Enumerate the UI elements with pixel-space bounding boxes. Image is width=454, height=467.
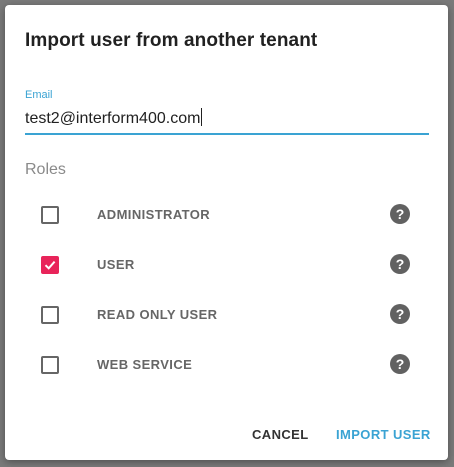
help-circle-icon[interactable]: ? (390, 204, 410, 224)
import-user-button[interactable]: IMPORT USER (336, 427, 431, 442)
role-row-read-only-user: READ ONLY USER ? (5, 295, 448, 335)
role-name-read-only-user: READ ONLY USER (97, 307, 218, 322)
role-checkbox-web-service[interactable] (41, 356, 59, 374)
checkmark-icon (44, 260, 56, 270)
import-user-dialog: Import user from another tenant Email te… (5, 5, 448, 460)
roles-label: Roles (25, 161, 66, 178)
email-input[interactable]: test2@interform400.com (25, 105, 429, 135)
email-value: test2@interform400.com (25, 110, 201, 127)
role-row-user: USER ? (5, 245, 448, 285)
role-name-administrator: ADMINISTRATOR (97, 207, 211, 222)
help-circle-icon[interactable]: ? (390, 254, 410, 274)
role-checkbox-administrator[interactable] (41, 206, 59, 224)
role-name-web-service: WEB SERVICE (97, 357, 193, 372)
role-row-administrator: ADMINISTRATOR ? (5, 195, 448, 235)
cancel-button[interactable]: CANCEL (252, 427, 309, 442)
dialog-title: Import user from another tenant (25, 30, 318, 51)
role-checkbox-read-only-user[interactable] (41, 306, 59, 324)
help-circle-icon[interactable]: ? (390, 304, 410, 324)
role-name-user: USER (97, 257, 135, 272)
role-checkbox-user[interactable] (41, 256, 59, 274)
email-label: Email (25, 89, 53, 101)
help-circle-icon[interactable]: ? (390, 354, 410, 374)
role-row-web-service: WEB SERVICE ? (5, 345, 448, 385)
